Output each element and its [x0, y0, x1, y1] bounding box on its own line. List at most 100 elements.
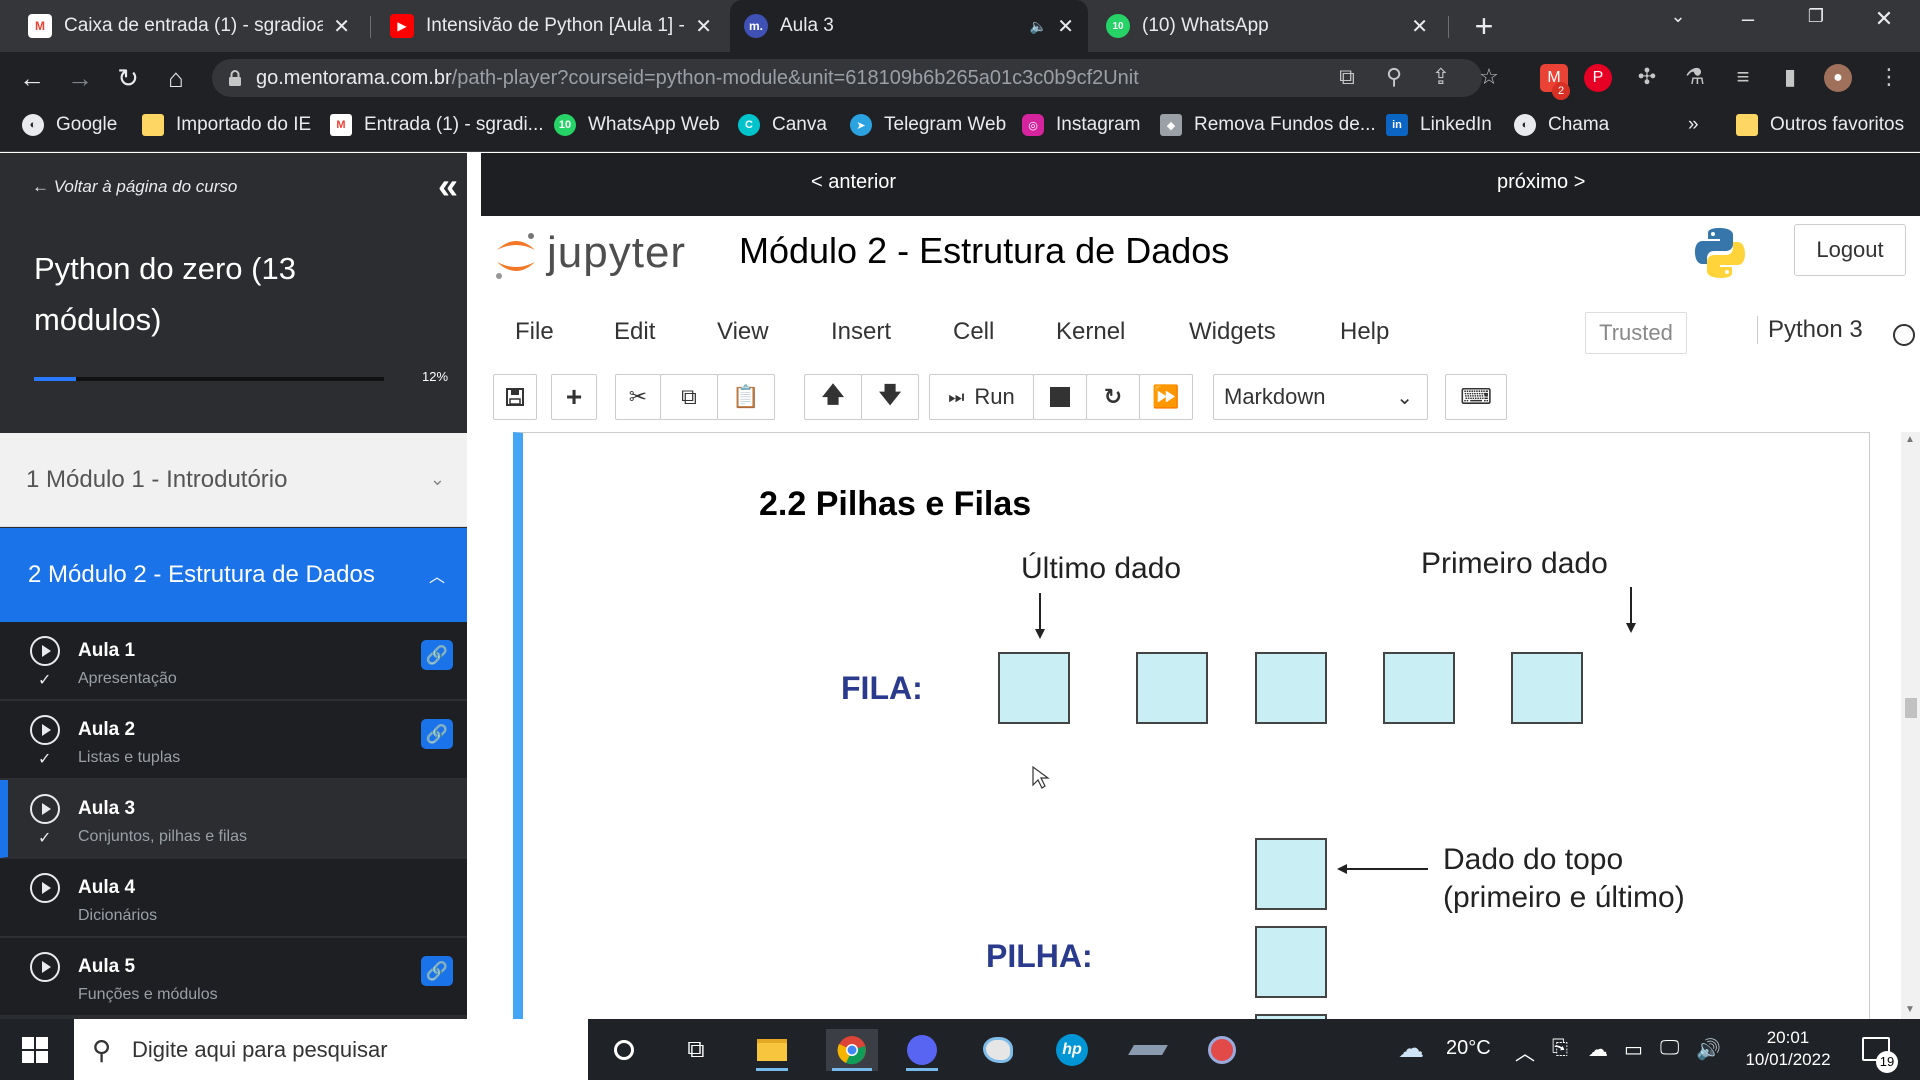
bookmarks-overflow-button[interactable]: »	[1688, 114, 1699, 136]
scroll-down-arrow-icon[interactable]: ▼	[1905, 1004, 1915, 1015]
back-arrow-icon[interactable]: ←	[14, 60, 50, 96]
bookmark-whatsapp-web[interactable]: 10 WhatsApp Web	[554, 114, 720, 136]
weather-temperature[interactable]: 20°C	[1446, 1037, 1491, 1060]
bookmark-entrada[interactable]: M Entrada (1) - sgradi...	[330, 114, 544, 136]
media-queue-icon[interactable]: ≡	[1728, 64, 1758, 90]
share-icon[interactable]: ⇪	[1426, 64, 1456, 90]
zoom-icon[interactable]: ⚲	[1379, 64, 1409, 90]
kernel-name[interactable]: Python 3	[1757, 316, 1863, 344]
chrome-taskbar-icon[interactable]	[826, 1029, 878, 1071]
notebook-title[interactable]: Módulo 2 - Estrutura de Dados	[739, 230, 1229, 272]
menu-file[interactable]: File	[515, 318, 554, 346]
bookmark-instagram[interactable]: ◎ Instagram	[1022, 114, 1140, 136]
run-button[interactable]: ⏭ Run	[929, 374, 1034, 420]
paint-icon[interactable]	[976, 1029, 1020, 1071]
lesson-item-aula-3[interactable]: ✓ Aula 3 Conjuntos, pilhas e filas	[0, 780, 467, 858]
close-tab-icon[interactable]: ✕	[1057, 14, 1074, 39]
system-clock[interactable]: 20:01 10/01/2022	[1738, 1027, 1838, 1071]
meet-now-icon[interactable]: ⎘	[1552, 1037, 1568, 1060]
bookmark-telegram[interactable]: ➤ Telegram Web	[850, 114, 1006, 136]
next-lesson-link[interactable]: próximo >	[1497, 171, 1585, 194]
weather-cloud-icon[interactable]: ☁	[1398, 1033, 1424, 1064]
discord-icon[interactable]	[900, 1029, 944, 1071]
module-1-accordion[interactable]: 1 Módulo 1 - Introdutório ⌄	[0, 433, 467, 527]
more-menu-icon[interactable]: ⋮	[1874, 64, 1904, 90]
battery-icon[interactable]: ▭	[1624, 1037, 1643, 1062]
bookmark-chama[interactable]: ◐ Chama	[1514, 114, 1609, 136]
sidebar-panel-icon[interactable]: ▮	[1775, 64, 1805, 90]
speaker-icon[interactable]: 🔈	[1030, 18, 1047, 35]
translate-icon[interactable]: ⧉	[1332, 64, 1362, 90]
bookmark-linkedin[interactable]: in LinkedIn	[1386, 114, 1492, 136]
close-tab-icon[interactable]: ✕	[1411, 14, 1428, 39]
tab-aula3[interactable]: m. Aula 3 🔈 ✕	[730, 0, 1088, 52]
cut-icon[interactable]: ✂	[615, 374, 661, 420]
close-tab-icon[interactable]: ✕	[695, 14, 712, 39]
tab-search-chevron-icon[interactable]: ⌄	[1650, 6, 1706, 27]
copy-icon[interactable]: ⧉	[660, 374, 718, 420]
move-up-icon[interactable]: 🡅	[804, 374, 862, 420]
home-icon[interactable]: ⌂	[158, 60, 194, 96]
taskbar-search-box[interactable]: ⚲ Digite aqui para pesquisar	[74, 1019, 588, 1080]
attachment-icon[interactable]: 🔗	[421, 719, 453, 749]
snipping-tool-icon[interactable]	[1200, 1029, 1244, 1071]
menu-kernel[interactable]: Kernel	[1056, 318, 1125, 346]
new-tab-button[interactable]: +	[1466, 8, 1502, 44]
other-bookmarks-folder[interactable]: Outros favoritos	[1736, 114, 1904, 136]
notebook-scrollbar[interactable]: ▲ ▼	[1901, 432, 1920, 1019]
attachment-icon[interactable]: 🔗	[421, 956, 453, 986]
lesson-item-aula-2[interactable]: ✓ Aula 2 Listas e tuplas 🔗	[0, 701, 467, 779]
lesson-item-aula-5[interactable]: Aula 5 Funções e módulos 🔗	[0, 938, 467, 1016]
move-down-icon[interactable]: 🡇	[861, 374, 919, 420]
restore-icon[interactable]: ❐	[1788, 6, 1844, 27]
trusted-indicator[interactable]: Trusted	[1585, 312, 1687, 354]
menu-insert[interactable]: Insert	[831, 318, 891, 346]
close-window-icon[interactable]: ✕	[1856, 6, 1912, 32]
save-icon[interactable]	[493, 374, 537, 420]
stop-icon[interactable]	[1033, 374, 1087, 420]
previous-lesson-link[interactable]: < anterior	[811, 171, 896, 194]
reload-icon[interactable]: ↻	[110, 60, 146, 96]
task-view-icon[interactable]: ⧉	[674, 1029, 718, 1071]
app-icon[interactable]	[1126, 1029, 1170, 1071]
paste-icon[interactable]: 📋	[717, 374, 775, 420]
volume-icon[interactable]: 🔊	[1696, 1037, 1721, 1062]
forward-arrow-icon[interactable]: →	[62, 60, 98, 96]
onedrive-icon[interactable]: ☁	[1588, 1037, 1608, 1062]
bookmark-google[interactable]: ◐ Google	[22, 114, 117, 136]
menu-widgets[interactable]: Widgets	[1189, 318, 1276, 346]
close-tab-icon[interactable]: ✕	[333, 14, 350, 39]
fast-forward-icon[interactable]: ⏩	[1139, 374, 1193, 420]
module-2-accordion[interactable]: 2 Módulo 2 - Estrutura de Dados ︿	[0, 528, 467, 622]
bookmark-importado[interactable]: Importado do IE	[142, 114, 311, 136]
menu-view[interactable]: View	[717, 318, 769, 346]
windows-start-icon[interactable]	[22, 1037, 48, 1063]
tab-youtube[interactable]: ▶ Intensivão de Python [Aula 1] - Y ✕	[376, 0, 726, 52]
puzzle-extensions-icon[interactable]: ✣	[1632, 64, 1662, 90]
avatar[interactable]: ●	[1824, 64, 1852, 92]
pinterest-icon[interactable]: P	[1584, 64, 1612, 92]
logout-button[interactable]: Logout	[1794, 224, 1906, 276]
flask-icon[interactable]: ⚗	[1680, 64, 1710, 90]
file-explorer-icon[interactable]	[750, 1029, 794, 1071]
minimize-icon[interactable]: –	[1720, 6, 1776, 32]
bookmark-canva[interactable]: C Canva	[738, 114, 827, 136]
scroll-up-arrow-icon[interactable]: ▲	[1905, 434, 1915, 445]
restart-icon[interactable]: ↻	[1086, 374, 1140, 420]
jupyter-logo[interactable]: jupyter	[491, 228, 691, 279]
lesson-item-aula-1[interactable]: ✓ Aula 1 Apresentação 🔗	[0, 622, 467, 700]
star-bookmark-icon[interactable]: ☆	[1474, 64, 1504, 90]
bookmark-remova-fundos[interactable]: ◆ Remova Fundos de...	[1160, 114, 1376, 136]
address-bar[interactable]: go.mentorama.com.br/path-player?courseid…	[212, 59, 1482, 97]
tray-chevron-up-icon[interactable]: ︿	[1515, 1037, 1535, 1066]
collapse-sidebar-icon[interactable]: «	[438, 165, 458, 207]
back-to-course-link[interactable]: ← Voltar à página do curso	[32, 177, 237, 197]
lesson-item-aula-4[interactable]: Aula 4 Dicionários	[0, 859, 467, 937]
tab-gmail[interactable]: M Caixa de entrada (1) - sgradioativ ✕	[14, 0, 364, 52]
tab-whatsapp[interactable]: 10 (10) WhatsApp ✕	[1092, 0, 1442, 52]
menu-help[interactable]: Help	[1340, 318, 1389, 346]
network-icon[interactable]: 🖵	[1660, 1037, 1679, 1060]
menu-edit[interactable]: Edit	[614, 318, 655, 346]
attachment-icon[interactable]: 🔗	[421, 640, 453, 670]
insert-cell-icon[interactable]: +	[551, 374, 597, 420]
